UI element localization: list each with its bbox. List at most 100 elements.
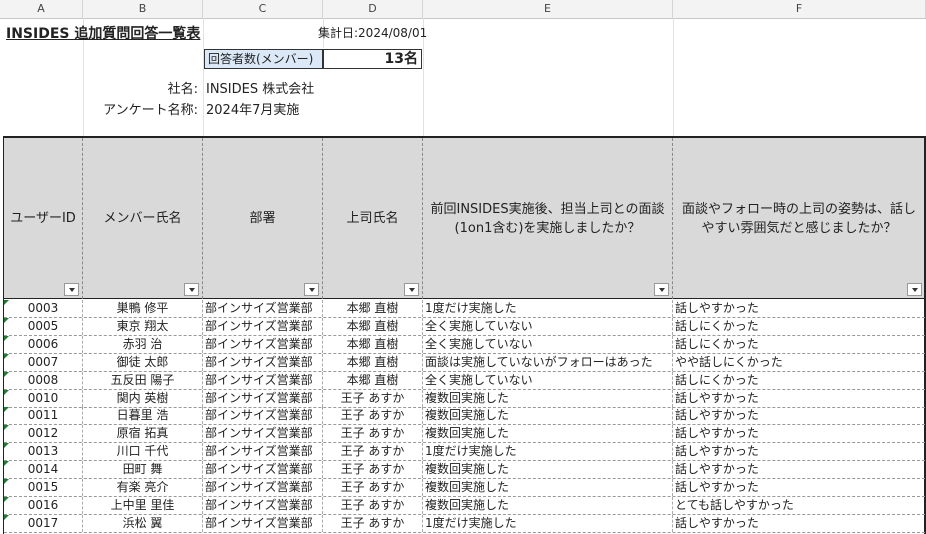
cell-q1-answer[interactable]: 面談は実施していないがフォローはあった	[423, 353, 673, 371]
cell-boss-name[interactable]: 王子 あすか	[323, 389, 423, 407]
cell-q1-answer[interactable]: 複数回実施した	[423, 425, 673, 443]
column-header-e[interactable]: E	[423, 0, 673, 18]
cell-dept[interactable]: 部インサイズ営業部	[203, 407, 323, 425]
table-row[interactable]: 0014 田町 舞部インサイズ営業部 王子 あすか 複数回実施した 話しやすかった	[4, 461, 925, 480]
cell-user-id[interactable]: 0017	[4, 514, 83, 532]
table-row[interactable]: 0015 有楽 亮介 部インサイズ営業部 王子 あすか 複数回実施した 話しやすかった	[4, 479, 925, 497]
filter-dropdown-icon[interactable]	[654, 283, 669, 296]
filter-dropdown-icon[interactable]	[404, 283, 419, 296]
cell-q1-answer[interactable]: 全く実施していない	[423, 371, 673, 389]
cell-dept[interactable]: 部インサイズ営業部	[203, 425, 323, 443]
cell-boss-name[interactable]: 王子 あすか	[323, 479, 423, 496]
cell-member-name[interactable]: 日暮里 浩	[83, 407, 203, 425]
cell-q1-answer[interactable]: 複数回実施した	[423, 496, 673, 514]
cell-dept[interactable]: 部インサイズ営業部	[203, 335, 323, 353]
cell-member-name[interactable]: 有楽 亮介	[83, 479, 203, 496]
header-q2[interactable]: 面談やフォロー時の上司の姿勢は、話しやすい雰囲気だと感じましたか？	[673, 138, 925, 299]
filter-dropdown-icon[interactable]	[304, 283, 319, 296]
company-value[interactable]: INSIDES 株式会社	[206, 78, 314, 97]
cell-member-name[interactable]: 浜松 翼	[83, 514, 203, 532]
cell-dept[interactable]: 部インサイズ営業部	[203, 300, 323, 317]
cell-q2-answer[interactable]: 話しやすかった	[673, 479, 925, 496]
cell-user-id[interactable]: 0012	[4, 425, 83, 443]
cell-boss-name[interactable]: 王子 あすか	[323, 496, 423, 514]
cell-dept[interactable]: 部インサイズ営業部	[203, 496, 323, 514]
cell-q2-answer[interactable]: 話しやすかった	[673, 425, 925, 442]
column-header-a[interactable]: A	[0, 0, 83, 18]
cell-q1-answer[interactable]: 1度だけ実施した	[423, 443, 673, 461]
cell-dept[interactable]: 部インサイズ営業部	[203, 389, 323, 407]
cell-q2-answer[interactable]: 話しやすかった	[673, 390, 925, 407]
cell-boss-name[interactable]: 王子 あすか	[323, 407, 423, 425]
cell-q2-answer[interactable]: 話しやすかった	[673, 407, 925, 424]
survey-name-value[interactable]: 2024年7月実施	[206, 99, 299, 118]
cell-member-name[interactable]: 上中里 里佳	[83, 496, 203, 514]
cell-q1-answer[interactable]: 全く実施していない	[423, 335, 673, 353]
cell-user-id[interactable]: 0005	[4, 317, 83, 335]
table-row[interactable]: 0005 東京 翔太 部インサイズ営業部 本郷 直樹 全く実施していない 話しにくかった	[4, 317, 925, 336]
filter-dropdown-icon[interactable]	[184, 283, 199, 296]
table-row[interactable]: 0013 川口 千代 部インサイズ営業部 王子 あすか 1度だけ実施した 話しやすかった	[4, 443, 925, 462]
cell-member-name[interactable]: 東京 翔太	[83, 317, 203, 335]
header-boss-name[interactable]: 上司氏名	[323, 138, 423, 299]
table-row[interactable]: 0011 日暮里 浩部インサイズ営業部 王子 あすか 複数回実施した 話しやすかった	[4, 407, 925, 426]
cell-member-name[interactable]: 田町 舞	[83, 461, 203, 479]
cell-q2-answer[interactable]: 話しやすかった	[673, 300, 925, 317]
cell-boss-name[interactable]: 王子 あすか	[323, 425, 423, 443]
cell-dept[interactable]: 部インサイズ営業部	[203, 461, 323, 479]
sheet-title[interactable]: INSIDES 追加質問回答一覧表	[6, 23, 200, 43]
cell-user-id[interactable]: 0013	[4, 443, 83, 461]
cell-boss-name[interactable]: 本郷 直樹	[323, 371, 423, 389]
cell-q1-answer[interactable]: 複数回実施した	[423, 461, 673, 479]
column-header-b[interactable]: B	[83, 0, 203, 18]
cell-user-id[interactable]: 0016	[4, 496, 83, 514]
table-row[interactable]: 0010 関内 英樹 部インサイズ営業部 王子 あすか 複数回実施した 話しやすかった	[4, 389, 925, 408]
cell-member-name[interactable]: 川口 千代	[83, 443, 203, 461]
cell-boss-name[interactable]: 本郷 直樹	[323, 300, 423, 317]
table-row[interactable]: 0007 御徒 太郎 部インサイズ営業部 本郷 直樹 面談は実施していないがフォローはあ…	[4, 353, 925, 372]
cell-dept[interactable]: 部インサイズ営業部	[203, 371, 323, 389]
table-row[interactable]: 0012 原宿 拓真 部インサイズ営業部 王子 あすか 複数回実施した 話しやすかった	[4, 425, 925, 444]
cell-member-name[interactable]: 赤羽 治	[83, 335, 203, 353]
summary-date[interactable]: 集計日:2024/08/01	[318, 24, 427, 41]
respondent-count-value[interactable]: 13名	[323, 49, 422, 69]
cell-user-id[interactable]: 0003	[4, 300, 83, 317]
filter-dropdown-icon[interactable]	[907, 283, 922, 296]
cell-q1-answer[interactable]: 複数回実施した	[423, 389, 673, 407]
table-row[interactable]: 0016 上中里 里佳 部インサイズ営業部 王子 あすか 複数回実施した とても話しやすか…	[4, 496, 925, 515]
cell-q2-answer[interactable]: やや話しにくかった	[673, 354, 925, 371]
column-header-c[interactable]: C	[203, 0, 323, 18]
cell-boss-name[interactable]: 本郷 直樹	[323, 317, 423, 335]
cell-member-name[interactable]: 御徒 太郎	[83, 353, 203, 371]
cell-user-id[interactable]: 0007	[4, 353, 83, 371]
cell-user-id[interactable]: 0008	[4, 371, 83, 389]
table-row[interactable]: 0017 浜松 翼部インサイズ営業部 王子 あすか 1度だけ実施した 話しやすかった	[4, 514, 925, 533]
cell-q2-answer[interactable]: 話しにくかった	[673, 336, 925, 353]
cell-dept[interactable]: 部インサイズ営業部	[203, 317, 323, 335]
cell-dept[interactable]: 部インサイズ営業部	[203, 443, 323, 461]
header-member-name[interactable]: メンバー氏名	[83, 138, 203, 299]
cell-user-id[interactable]: 0011	[4, 407, 83, 425]
cell-q1-answer[interactable]: 複数回実施した	[423, 479, 673, 496]
cell-q2-answer[interactable]: 話しにくかった	[673, 318, 925, 335]
cell-boss-name[interactable]: 本郷 直樹	[323, 353, 423, 371]
cell-boss-name[interactable]: 王子 あすか	[323, 461, 423, 479]
cell-dept[interactable]: 部インサイズ営業部	[203, 353, 323, 371]
cell-member-name[interactable]: 巣鴨 修平	[83, 300, 203, 317]
cell-user-id[interactable]: 0015	[4, 479, 83, 496]
cell-boss-name[interactable]: 本郷 直樹	[323, 335, 423, 353]
cell-boss-name[interactable]: 王子 あすか	[323, 514, 423, 532]
cell-member-name[interactable]: 原宿 拓真	[83, 425, 203, 443]
cell-boss-name[interactable]: 王子 あすか	[323, 443, 423, 461]
cell-q2-answer[interactable]: とても話しやすかった	[673, 497, 925, 514]
header-dept[interactable]: 部署	[203, 138, 323, 299]
respondent-count-label[interactable]: 回答者数(メンバー)	[204, 49, 323, 69]
cell-q2-answer[interactable]: 話しやすかった	[673, 515, 925, 532]
cell-member-name[interactable]: 関内 英樹	[83, 389, 203, 407]
cell-user-id[interactable]: 0014	[4, 461, 83, 479]
cell-dept[interactable]: 部インサイズ営業部	[203, 479, 323, 496]
cell-q1-answer[interactable]: 1度だけ実施した	[423, 514, 673, 532]
table-row[interactable]: 0003 巣鴨 修平 部インサイズ営業部 本郷 直樹 1度だけ実施した 話しやすかった	[4, 300, 925, 318]
filter-dropdown-icon[interactable]	[64, 283, 79, 296]
cell-user-id[interactable]: 0006	[4, 335, 83, 353]
